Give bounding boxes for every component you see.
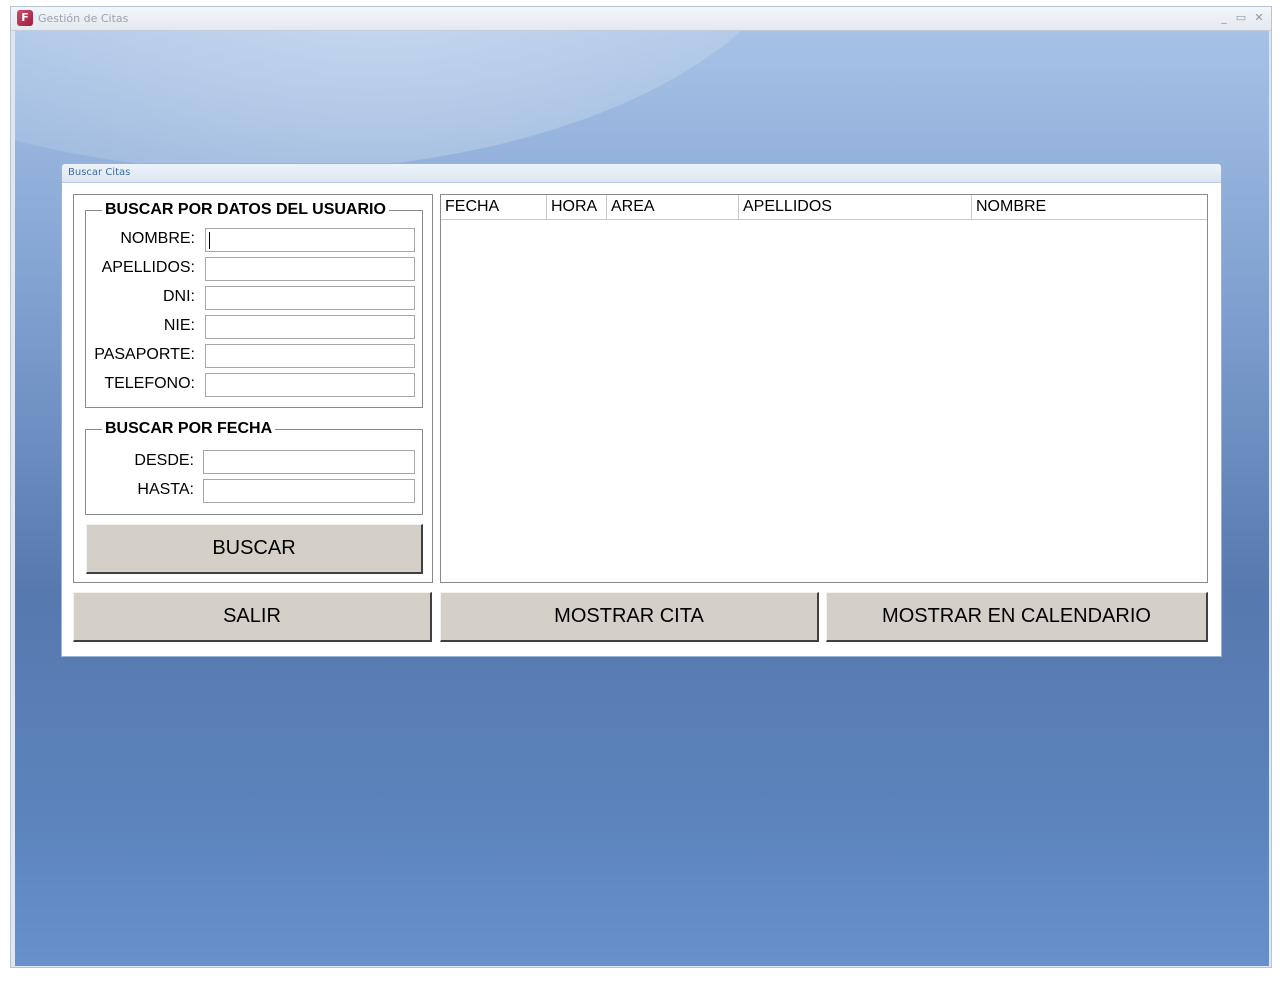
desde-input[interactable] xyxy=(203,450,415,474)
date-group-legend: BUSCAR POR FECHA xyxy=(105,420,273,437)
dni-row: DNI: xyxy=(74,286,415,310)
telefono-label: TELEFONO: xyxy=(104,375,195,392)
nombre-row: NOMBRE: xyxy=(74,228,415,252)
buscar-button[interactable]: BUSCAR xyxy=(86,524,423,574)
text-caret xyxy=(209,232,210,249)
hasta-input[interactable] xyxy=(203,479,415,503)
nombre-label: NOMBRE: xyxy=(120,230,195,247)
desde-row: DESDE: xyxy=(74,450,415,474)
mostrar-cita-button[interactable]: MOSTRAR CITA xyxy=(440,592,819,642)
nombre-input[interactable] xyxy=(205,228,415,252)
maximize-button[interactable]: ▭ xyxy=(1233,10,1249,26)
apellidos-input[interactable] xyxy=(205,257,415,281)
nie-label: NIE: xyxy=(163,317,195,334)
close-button[interactable]: ✕ xyxy=(1251,10,1267,26)
user-data-group-legend: BUSCAR POR DATOS DEL USUARIO xyxy=(105,201,386,218)
window-titlebar[interactable]: F Gestión de Citas _ ▭ ✕ xyxy=(11,7,1271,31)
column-header-apellidos[interactable]: APELLIDOS xyxy=(739,195,972,219)
telefono-row: TELEFONO: xyxy=(74,373,415,397)
window-title: Gestión de Citas xyxy=(38,12,129,25)
column-header-nombre[interactable]: NOMBRE xyxy=(972,195,1207,219)
pasaporte-row: PASAPORTE: xyxy=(74,344,415,368)
column-header-hora[interactable]: HORA xyxy=(547,195,607,219)
hasta-label: HASTA: xyxy=(137,481,194,498)
table-header: FECHA HORA AREA APELLIDOS NOMBRE xyxy=(441,195,1207,220)
mostrar-en-calendario-button[interactable]: MOSTRAR EN CALENDARIO xyxy=(826,592,1208,642)
hasta-row: HASTA: xyxy=(74,479,415,503)
background-swoosh xyxy=(15,31,815,171)
pasaporte-input[interactable] xyxy=(205,344,415,368)
dni-label: DNI: xyxy=(163,288,195,305)
results-table: FECHA HORA AREA APELLIDOS NOMBRE xyxy=(440,194,1208,583)
column-header-area[interactable]: AREA xyxy=(607,195,739,219)
salir-button[interactable]: SALIR xyxy=(73,592,432,642)
form-titlebar[interactable]: Buscar Citas xyxy=(62,164,1221,183)
nie-input[interactable] xyxy=(205,315,415,339)
minimize-button[interactable]: _ xyxy=(1216,10,1232,26)
form-title: Buscar Citas xyxy=(68,167,131,178)
telefono-input[interactable] xyxy=(205,373,415,397)
nie-row: NIE: xyxy=(74,315,415,339)
access-app-icon: F xyxy=(17,10,33,26)
desde-label: DESDE: xyxy=(134,452,194,469)
buscar-citas-form: Buscar Citas BUSCAR POR DATOS DEL USUARI… xyxy=(61,163,1222,657)
apellidos-label: APELLIDOS: xyxy=(101,259,195,276)
dni-input[interactable] xyxy=(205,286,415,310)
apellidos-row: APELLIDOS: xyxy=(74,257,415,281)
pasaporte-label: PASAPORTE: xyxy=(94,346,195,363)
search-panel: BUSCAR POR DATOS DEL USUARIO NOMBRE: APE… xyxy=(73,194,433,583)
column-header-fecha[interactable]: FECHA xyxy=(441,195,547,219)
